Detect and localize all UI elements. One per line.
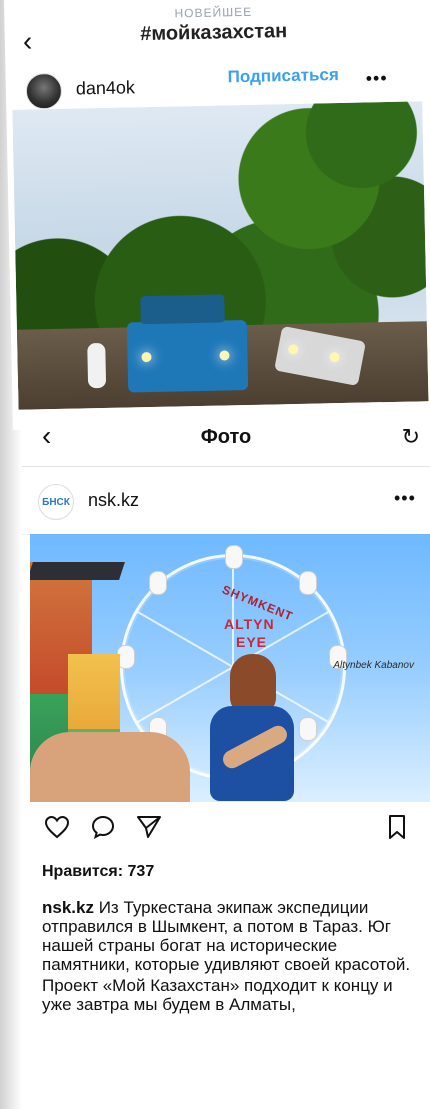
post-header: БНСК nsk.kz ••• [22,466,430,535]
bookmark-icon-svg [389,814,405,839]
caption-text-1: Из Туркестана экипаж экспедиции отправил… [42,898,411,974]
photo-person [200,654,295,802]
post-header: dan4ok Подписаться ••• [5,53,424,110]
gondola [299,717,317,741]
post-username[interactable]: nsk.kz [88,490,139,511]
save-button[interactable] [382,814,412,844]
avatar-logo-text: БНСК [42,496,70,508]
follow-button[interactable]: Подписаться [227,65,339,87]
post-username[interactable]: dan4ok [76,77,135,99]
post-photo[interactable]: SHYMKENT ALTYN EYE Altynbek Kabanov [30,534,430,802]
caption-paragraph-2: Проект «Мой Казахстан» подходит к концу … [42,976,412,1014]
photo-screen: ‹ Фото ↻ БНСК nsk.kz ••• SHYMKENT ALTYN … [22,410,430,1109]
caption-text-2: Проект «Мой Казахстан» подходит к концу … [42,976,393,1014]
post-photo[interactable] [12,101,429,410]
gondola [299,571,317,595]
more-button[interactable]: ••• [366,68,388,89]
paper-plane-icon-svg [137,815,161,838]
photo-attraction-name: ALTYN [224,616,275,632]
caption-username[interactable]: nsk.kz [42,898,94,917]
photo-attraction-eye: EYE [236,634,268,650]
more-icon: ••• [365,67,388,89]
headlight-left [287,343,300,356]
gondola [149,571,167,595]
refresh-icon: ↻ [401,424,420,449]
avatar[interactable] [25,72,63,110]
headlight-left [141,351,152,363]
caption-paragraph-1: nsk.kz Из Туркестана экипаж экспедиции о… [42,898,412,974]
hashtag-screen: НОВЕЙШЕЕ ‹ #мойказахстан dan4ok Подписат… [4,0,430,430]
page-title: Фото [200,426,252,448]
photo-hand [30,732,190,802]
gondola [225,545,243,569]
refresh-button[interactable]: ↻ [402,424,420,450]
headlight-right [328,351,341,364]
more-button[interactable]: ••• [394,488,416,509]
post-actions [22,814,430,854]
heart-icon-svg [44,815,70,838]
heart-icon [44,815,70,844]
post-caption: nsk.kz Из Туркестана экипаж экспедиции о… [42,898,412,1016]
photo-person [87,342,107,389]
headlight-right [219,350,230,361]
tower-roof [30,562,125,580]
more-icon: ••• [394,488,416,508]
person-hair [230,654,276,714]
top-bar: ‹ Фото ↻ [22,410,430,467]
comment-icon-svg [91,815,115,839]
paper-plane-icon [135,814,163,845]
avatar[interactable]: БНСК [38,484,74,520]
bookmark-icon [386,814,408,845]
comment-button[interactable] [88,814,118,844]
photo-suv [126,319,249,393]
share-button[interactable] [134,814,164,844]
like-button[interactable] [42,814,72,844]
likes-count[interactable]: Нравится: 737 [42,863,154,881]
comment-icon [90,814,116,845]
photo-signature: Altynbek Kabanov [333,660,414,671]
